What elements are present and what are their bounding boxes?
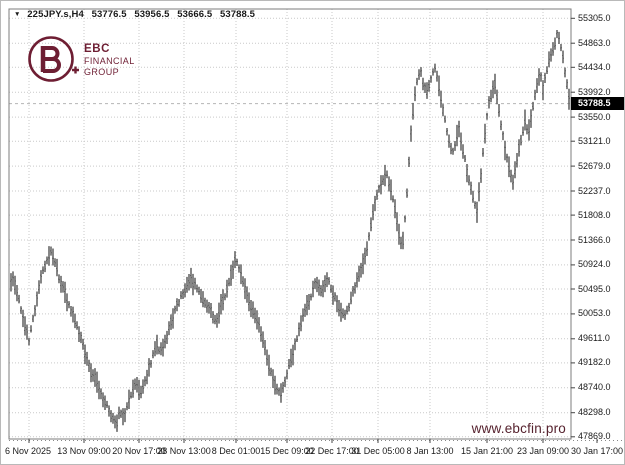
high-value: 53956.5 xyxy=(134,9,169,20)
logo-line2: FINANCIAL xyxy=(84,56,135,66)
chart-window: ▼ 225JPY.s,H4 53776.5 53956.5 53666.5 53… xyxy=(0,0,625,465)
collapse-arrow-icon[interactable]: ▼ xyxy=(14,11,21,18)
price-axis[interactable]: 55305.0 54863.0 54434.0 53992.0 53550.0 53121… xyxy=(571,9,625,439)
price-axis-label: 49182.0 xyxy=(578,357,624,368)
chart-header: ▼ 225JPY.s,H4 53776.5 53956.5 53666.5 53… xyxy=(14,9,260,20)
open-value: 53776.5 xyxy=(92,9,127,20)
price-axis-label: 48740.0 xyxy=(578,382,624,393)
price-axis-label: 51366.0 xyxy=(578,235,624,246)
time-axis-label: 30 Jan 17:00 xyxy=(547,446,623,456)
price-axis-label: 53121.0 xyxy=(578,136,624,147)
price-axis-label: 50495.0 xyxy=(578,284,624,295)
price-axis-label: 49611.0 xyxy=(578,333,624,344)
price-axis-label: 52679.0 xyxy=(578,161,624,172)
current-price-badge: 53788.5 xyxy=(571,97,625,110)
price-axis-label: 55305.0 xyxy=(578,13,624,24)
watermark-url: www.ebcfin.pro xyxy=(472,421,566,436)
symbol-period-label: 225JPY.s,H4 xyxy=(27,9,84,20)
price-axis-label: 52237.0 xyxy=(578,186,624,197)
price-axis-label: 47869.0 xyxy=(578,431,624,442)
time-axis[interactable]: 6 Nov 202513 Nov 09:0020 Nov 17:0028 Nov… xyxy=(1,444,625,462)
logo-line1: EBC xyxy=(84,43,110,55)
price-axis-label: 54863.0 xyxy=(578,38,624,49)
price-axis-label: 53992.0 xyxy=(578,87,624,98)
price-axis-label: 48298.0 xyxy=(578,407,624,418)
price-axis-label: 53550.0 xyxy=(578,112,624,123)
close-value: 53788.5 xyxy=(220,9,255,20)
price-axis-label: 51808.0 xyxy=(578,210,624,221)
ebc-monogram-icon xyxy=(30,38,80,81)
ebc-logo: EBC FINANCIAL GROUP xyxy=(27,29,162,98)
price-axis-label: 50924.0 xyxy=(578,259,624,270)
low-value: 53666.5 xyxy=(177,9,212,20)
logo-line3: GROUP xyxy=(84,67,119,77)
price-axis-label: 54434.0 xyxy=(578,62,624,73)
price-axis-label: 50053.0 xyxy=(578,308,624,319)
